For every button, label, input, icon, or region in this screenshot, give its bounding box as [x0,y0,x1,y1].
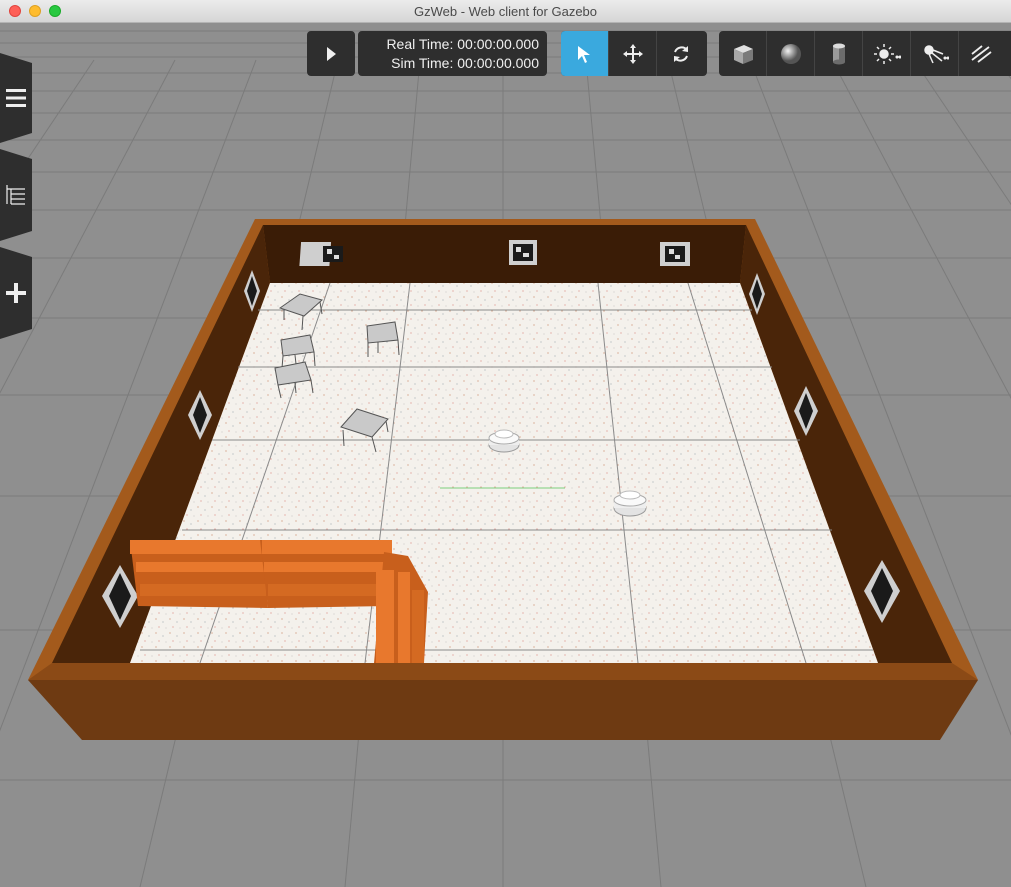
sim-time-label: Sim Time: [391,55,454,71]
ar-marker [660,242,690,266]
sphere-button[interactable] [767,31,815,76]
select-icon [577,45,590,63]
spot-light-button[interactable] [911,31,959,76]
front-wall [28,680,978,740]
directional-light-icon [971,44,992,63]
play-icon [327,46,336,61]
sidebar-tab-menu[interactable] [0,53,32,143]
point-light-button[interactable] [863,31,911,76]
sidebar-tab-tree[interactable] [0,149,32,241]
sidebar-tab-insert[interactable] [0,247,32,339]
manipulation-mode-group [561,31,707,76]
point-light-icon [873,43,901,64]
translate-icon [622,43,643,64]
real-time-label: Real Time: [386,36,454,52]
cylinder-button[interactable] [815,31,863,76]
scene-viewport[interactable] [0,23,1011,887]
sim-time-value: 00:00:00.000 [457,55,539,71]
title-bar: GzWeb - Web client for Gazebo [0,0,1011,23]
robot-model [488,429,520,453]
real-time-value: 00:00:00.000 [457,36,539,52]
time-panel: Real Time: 00:00:00.000 Sim Time: 00:00:… [358,31,547,76]
front-wall-top [28,663,978,680]
box-icon [733,44,753,64]
sphere-icon [780,43,801,64]
play-button[interactable] [307,31,355,76]
sim-time-row: Sim Time: 00:00:00.000 [358,54,539,73]
insert-icon [6,283,26,303]
real-time-row: Real Time: 00:00:00.000 [358,35,539,54]
rotate-mode-button[interactable] [657,31,705,76]
cylinder-icon [832,43,845,64]
menu-icon [6,89,26,107]
ar-marker [509,240,537,265]
window-title: GzWeb - Web client for Gazebo [413,4,598,19]
directional-light-button[interactable] [959,31,1007,76]
play-group [307,31,355,76]
translate-mode-button[interactable] [609,31,657,76]
spot-light-icon [923,44,949,63]
tree-icon [6,185,25,205]
box-button[interactable] [719,31,767,76]
rotate-icon [674,45,688,62]
select-mode-button[interactable] [561,31,609,76]
insert-shapes-group [719,31,1011,76]
gzweb-window: GzWeb - Web client for Gazebo Real Time:… [0,0,1011,887]
